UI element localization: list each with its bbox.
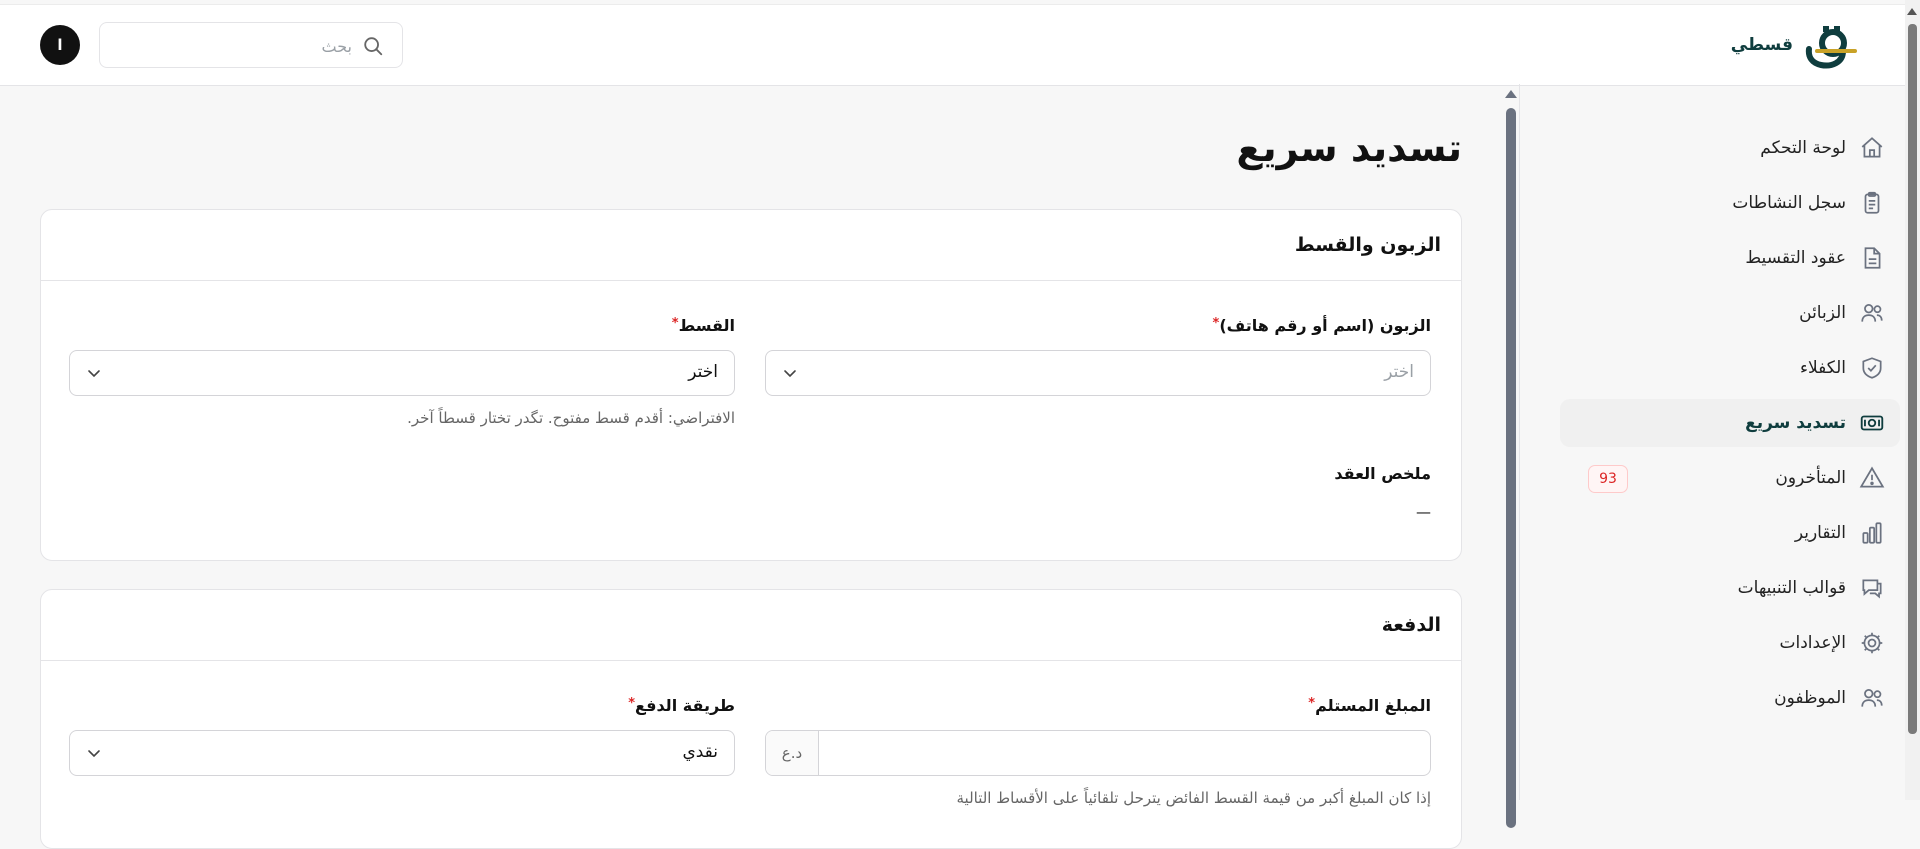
required-mark: * [628, 696, 636, 711]
chevron-down-icon [86, 365, 102, 381]
shield-check-icon [1858, 354, 1886, 382]
sidebar-item-label: الموظفون [1774, 688, 1846, 708]
search-input[interactable] [120, 32, 354, 60]
installment-select[interactable]: اختر [69, 350, 735, 396]
avatar[interactable]: ا [40, 25, 80, 65]
sidebar-item-contracts[interactable]: عقود التقسيط [1560, 234, 1900, 282]
top-bar: قسطي ا [0, 4, 1905, 86]
overdue-count-badge: 93 [1588, 465, 1628, 493]
brand-name: قسطي [1730, 35, 1793, 55]
payment-method-select[interactable]: نقدي [69, 730, 735, 776]
amount-field[interactable]: د.ع [765, 730, 1431, 776]
sidebar-item-reports[interactable]: التقارير [1560, 509, 1900, 557]
sidebar-divider [1519, 84, 1520, 800]
sidebar-item-label: الكفلاء [1799, 358, 1846, 378]
currency-addon: د.ع [766, 731, 819, 775]
amount-label-text: المبلغ المستلم [1315, 696, 1431, 715]
sidebar-item-label: الزبائن [1799, 303, 1846, 323]
sidebar-nav: لوحة التحكم سجل النشاطات عقود التقسيط ال… [1560, 124, 1900, 729]
window-scroll-up-icon[interactable] [1907, 8, 1917, 15]
amount-hint: إذا كان المبلغ أكبر من قيمة القسط الفائض… [956, 789, 1432, 807]
card-title: الدفعة [1381, 614, 1441, 636]
window-scrollbar[interactable] [1905, 0, 1920, 800]
content-scrollbar[interactable] [1503, 84, 1519, 828]
gear-icon [1858, 629, 1886, 657]
contract-summary-value: — [1416, 503, 1431, 521]
brand-logo-icon [1803, 21, 1857, 69]
sidebar-item-label: قوالب التنبيهات [1737, 578, 1846, 598]
card-title: الزبون والقسط [1294, 234, 1441, 256]
installment-select-value: اختر [688, 362, 718, 382]
page-title: تسديد سريع [1236, 126, 1462, 170]
users-icon [1858, 299, 1886, 327]
sidebar-item-employees[interactable]: الموظفون [1560, 674, 1900, 722]
sidebar-item-label: لوحة التحكم [1760, 138, 1846, 158]
sidebar-item-dashboard[interactable]: لوحة التحكم [1560, 124, 1900, 172]
sidebar-item-label: الإعدادات [1779, 633, 1846, 653]
sidebar-item-quick-payment[interactable]: تسديد سريع [1560, 399, 1900, 447]
contract-summary-label: ملخص العقد [1334, 464, 1431, 483]
installment-label: القسط* [672, 316, 735, 335]
chevron-down-icon [782, 365, 798, 381]
chat-icon [1858, 574, 1886, 602]
brand[interactable]: قسطي [1731, 21, 1857, 69]
sidebar-item-customers[interactable]: الزبائن [1560, 289, 1900, 337]
search-icon [362, 35, 384, 57]
warning-icon [1858, 464, 1886, 492]
search-box[interactable] [99, 22, 403, 68]
payment-method-value: نقدي [682, 742, 718, 762]
chevron-down-icon [86, 745, 102, 761]
amount-input[interactable] [820, 731, 1430, 775]
sidebar-item-guarantors[interactable]: الكفلاء [1560, 344, 1900, 392]
customer-label-text: الزبون (اسم أو رقم هاتف) [1219, 316, 1431, 335]
customer-label: الزبون (اسم أو رقم هاتف)* [1213, 316, 1431, 335]
scroll-up-arrow-icon[interactable] [1505, 90, 1517, 98]
home-icon [1858, 134, 1886, 162]
clipboard-icon [1858, 189, 1886, 217]
customer-select-value: اختر [1384, 362, 1414, 382]
amount-label: المبلغ المستلم* [1308, 696, 1431, 715]
card-header: الزبون والقسط [41, 210, 1461, 281]
window-scrollbar-thumb[interactable] [1908, 24, 1917, 734]
customer-select[interactable]: اختر [765, 350, 1431, 396]
document-icon [1858, 244, 1886, 272]
cash-icon [1858, 409, 1886, 437]
sidebar-item-activity-log[interactable]: سجل النشاطات [1560, 179, 1900, 227]
installment-label-text: القسط [678, 316, 735, 335]
sidebar-item-label: عقود التقسيط [1745, 248, 1846, 268]
required-mark: * [671, 316, 679, 331]
customer-installment-card: الزبون والقسط الزبون (اسم أو رقم هاتف)* … [40, 209, 1462, 561]
sidebar-item-label: التقارير [1794, 523, 1846, 543]
card-header: الدفعة [41, 590, 1461, 661]
sidebar-item-settings[interactable]: الإعدادات [1560, 619, 1900, 667]
bar-chart-icon [1858, 519, 1886, 547]
sidebar-item-alert-templates[interactable]: قوالب التنبيهات [1560, 564, 1900, 612]
sidebar-item-label: سجل النشاطات [1732, 193, 1846, 213]
payment-card: الدفعة المبلغ المستلم* د.ع طريقة الدفع* … [40, 589, 1462, 849]
scrollbar-thumb[interactable] [1506, 108, 1516, 828]
team-icon [1858, 684, 1886, 712]
payment-method-label-text: طريقة الدفع [635, 696, 735, 715]
sidebar-item-overdue[interactable]: المتأخرون 93 [1560, 454, 1900, 502]
sidebar-item-label: المتأخرون [1775, 468, 1846, 488]
installment-hint: الافتراضي: أقدم قسط مفتوح. تگدر تختار قس… [407, 409, 735, 427]
sidebar-item-label: تسديد سريع [1745, 413, 1846, 433]
payment-method-label: طريقة الدفع* [628, 696, 735, 715]
